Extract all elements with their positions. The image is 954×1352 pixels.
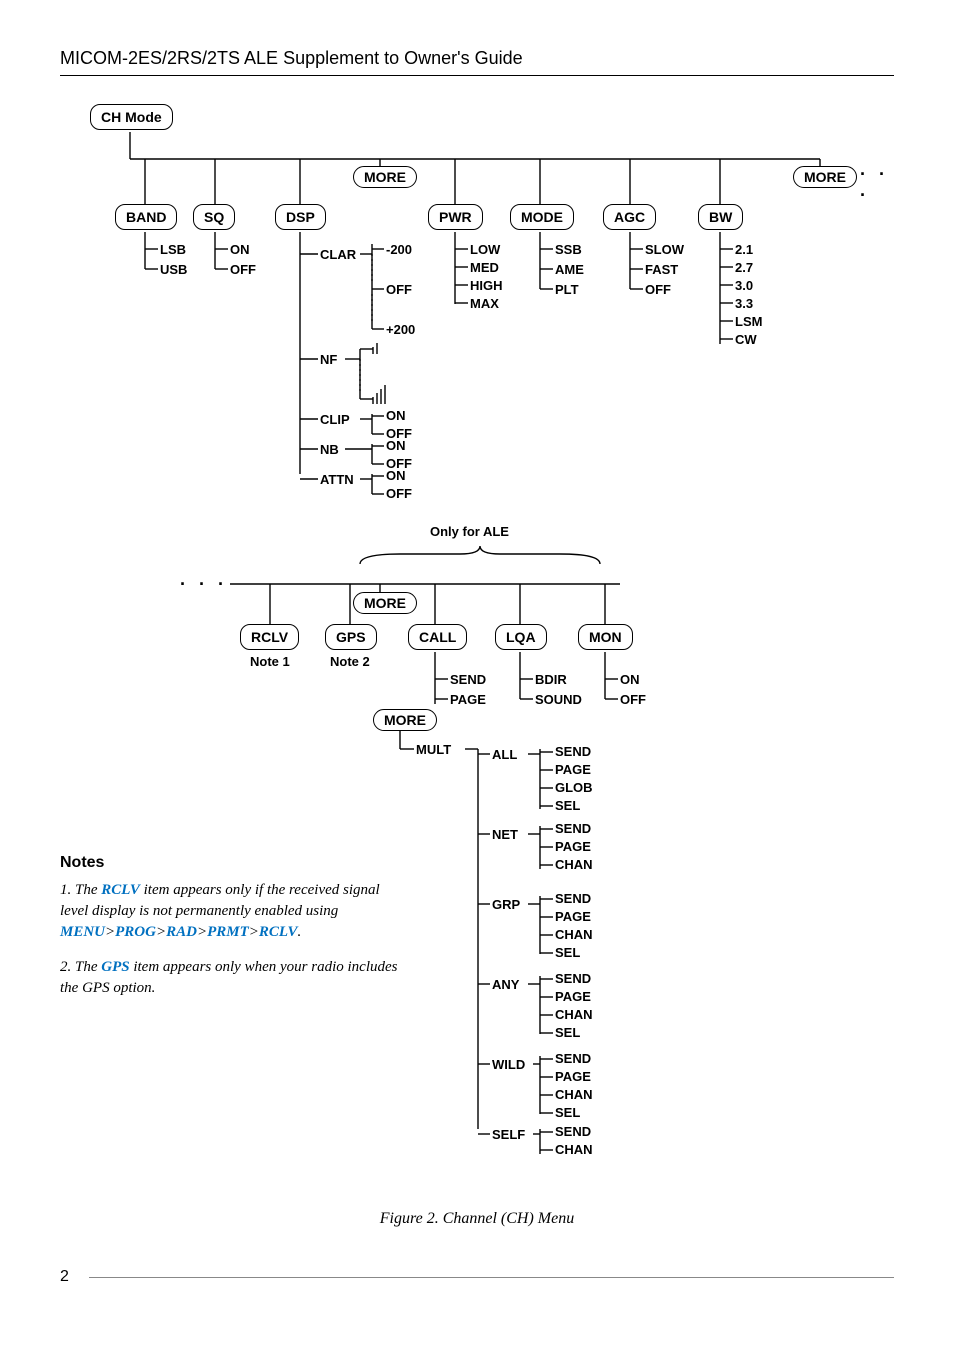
any-chan: CHAN [555,1007,593,1022]
page-header: MICOM-2ES/2RS/2TS ALE Supplement to Owne… [60,48,894,76]
net-chan: CHAN [555,857,593,872]
mode-plt: PLT [555,282,579,297]
sq-on: ON [230,242,250,257]
wild-send: SEND [555,1051,591,1066]
menu-pwr: PWR [428,204,483,230]
clar-off: OFF [386,282,412,297]
more-box-call: MORE [373,709,437,731]
mult-net: NET [492,827,518,842]
band-usb: USB [160,262,187,277]
note2: Note 2 [330,654,370,669]
clar-lo: -200 [386,242,412,257]
clar-hi: +200 [386,322,415,337]
agc-fast: FAST [645,262,678,277]
bw-33: 3.3 [735,296,753,311]
note-1-text: 1. The RCLV item appears only if the rec… [60,880,410,943]
call-send: SEND [450,672,486,687]
menu-mon: MON [578,624,633,650]
mult-wild: WILD [492,1057,525,1072]
pwr-high: HIGH [470,278,503,293]
all-send: SEND [555,744,591,759]
mult-all: ALL [492,747,517,762]
self-send: SEND [555,1124,591,1139]
menu-rclv: RCLV [240,624,299,650]
attn-on: ON [386,468,406,483]
dsp-clar: CLAR [320,247,356,262]
call-page: PAGE [450,692,486,707]
net-send: SEND [555,821,591,836]
mult-self: SELF [492,1127,525,1142]
clip-on: ON [386,408,406,423]
any-sel: SEL [555,1025,580,1040]
mult-any: ANY [492,977,519,992]
grp-send: SEND [555,891,591,906]
mult-grp: GRP [492,897,520,912]
more-box-top-left: MORE [353,166,417,188]
wild-page: PAGE [555,1069,591,1084]
menu-lqa: LQA [495,624,547,650]
pwr-low: LOW [470,242,500,257]
lqa-sound: SOUND [535,692,582,707]
menu-bw: BW [698,204,743,230]
self-chan: CHAN [555,1142,593,1157]
bw-21: 2.1 [735,242,753,257]
mon-on: ON [620,672,640,687]
grp-chan: CHAN [555,927,593,942]
menu-sq: SQ [193,204,235,230]
menu-agc: AGC [603,204,656,230]
pwr-max: MAX [470,296,499,311]
wild-sel: SEL [555,1105,580,1120]
notes-heading: Notes [60,854,410,872]
grp-page: PAGE [555,909,591,924]
agc-off: OFF [645,282,671,297]
menu-gps: GPS [325,624,377,650]
agc-slow: SLOW [645,242,684,257]
ellipsis-right: · · · [860,164,890,206]
more-box-mid: MORE [353,592,417,614]
attn-off: OFF [386,486,412,501]
mode-ame: AME [555,262,584,277]
sq-off: OFF [230,262,256,277]
wild-chan: CHAN [555,1087,593,1102]
note1: Note 1 [250,654,290,669]
nb-on: ON [386,438,406,453]
menu-band: BAND [115,204,177,230]
all-sel: SEL [555,798,580,813]
grp-sel: SEL [555,945,580,960]
dsp-nb: NB [320,442,339,457]
net-page: PAGE [555,839,591,854]
bw-27: 2.7 [735,260,753,275]
notes-block: Notes 1. The RCLV item appears only if t… [60,854,410,1013]
dsp-nf: NF [320,352,337,367]
band-lsb: LSB [160,242,186,257]
mode-ssb: SSB [555,242,582,257]
figure-caption: Figure 2. Channel (CH) Menu [60,1210,894,1228]
menu-mode: MODE [510,204,574,230]
ellipsis-left: · · · [180,574,228,595]
menu-call: CALL [408,624,467,650]
bw-cw: CW [735,332,757,347]
ale-heading: Only for ALE [430,524,509,539]
lqa-bdir: BDIR [535,672,567,687]
all-page: PAGE [555,762,591,777]
bw-lsm: LSM [735,314,762,329]
more-box-top-right: MORE [793,166,857,188]
mon-off: OFF [620,692,646,707]
bw-30: 3.0 [735,278,753,293]
any-send: SEND [555,971,591,986]
menu-dsp: DSP [275,204,326,230]
menu-diagram: CH Mode MORE MORE · · · BAND SQ DSP PWR … [60,104,890,1204]
root-box: CH Mode [90,104,173,130]
any-page: PAGE [555,989,591,1004]
page-number: 2 [60,1268,69,1286]
pwr-med: MED [470,260,499,275]
page-footer: 2 [60,1268,894,1286]
dsp-attn: ATTN [320,472,354,487]
dsp-clip: CLIP [320,412,350,427]
all-glob: GLOB [555,780,593,795]
mult-label: MULT [416,742,451,757]
note-2-text: 2. The GPS item appears only when your r… [60,957,410,999]
